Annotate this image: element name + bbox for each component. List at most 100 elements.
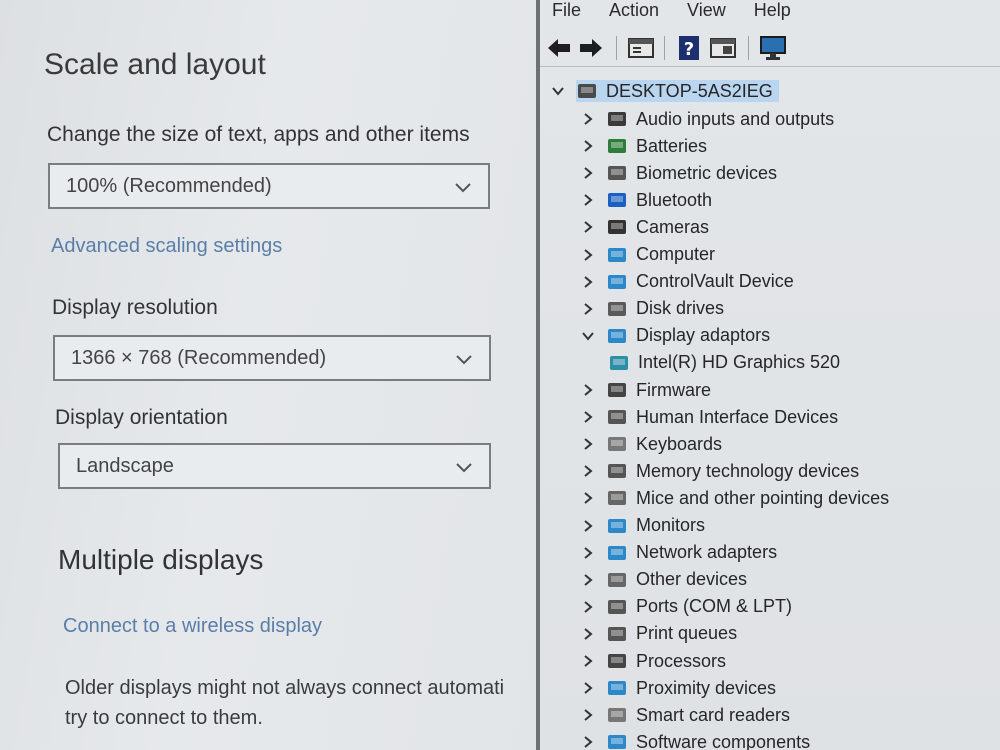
- chevron-right-icon[interactable]: [580, 518, 596, 534]
- toolbar-separator: [616, 36, 617, 60]
- tree-category-item[interactable]: Keyboards: [580, 431, 722, 457]
- tree-device-item[interactable]: Intel(R) HD Graphics 520: [608, 350, 840, 376]
- menu-file[interactable]: File: [552, 0, 581, 26]
- computer-icon: [578, 84, 596, 98]
- older-displays-note: Older displays might not always connect …: [65, 673, 537, 733]
- processor-icon: [608, 654, 626, 668]
- chevron-right-icon[interactable]: [580, 138, 596, 154]
- device-manager-window: File Action View Help ? DESKTOP-5AS2IEG …: [540, 0, 1000, 750]
- tree-item-label: Network adapters: [636, 542, 778, 563]
- tree-category-item[interactable]: Display adaptors: [580, 323, 770, 349]
- chevron-right-icon[interactable]: [580, 192, 596, 208]
- wireless-display-link[interactable]: Connect to a wireless display: [63, 615, 322, 638]
- smart-card-icon: [608, 708, 626, 723]
- tree-category-item[interactable]: Audio inputs and outputs: [580, 106, 834, 132]
- back-arrow-icon[interactable]: [544, 34, 574, 62]
- menu-help[interactable]: Help: [754, 0, 791, 26]
- tree-root-highlight: DESKTOP-5AS2IEG: [576, 80, 779, 102]
- chevron-right-icon[interactable]: [580, 436, 596, 452]
- tree-item-label: Processors: [636, 650, 727, 671]
- tree-category-item[interactable]: Print queues: [580, 621, 737, 647]
- chevron-right-icon[interactable]: [580, 409, 596, 425]
- tree-category-item[interactable]: ControlVault Device: [580, 269, 794, 295]
- tree-item-label: Ports (COM & LPT): [636, 596, 793, 617]
- menu-action[interactable]: Action: [609, 0, 659, 26]
- monitor-icon[interactable]: [758, 34, 788, 62]
- tree-category-item[interactable]: Processors: [580, 648, 726, 674]
- tree-category-item[interactable]: Batteries: [580, 133, 707, 159]
- chevron-down-icon[interactable]: [550, 83, 566, 99]
- tree-item-label: Monitors: [636, 515, 706, 535]
- tree-item-label: Disk drives: [636, 298, 725, 319]
- battery-icon: [608, 139, 626, 154]
- tree-category-item[interactable]: Computer: [580, 242, 715, 268]
- chevron-right-icon[interactable]: [580, 111, 596, 127]
- forward-arrow-icon[interactable]: [576, 34, 606, 62]
- properties-icon[interactable]: [626, 34, 656, 62]
- show-hidden-icon[interactable]: [708, 34, 738, 62]
- chevron-right-icon[interactable]: [580, 545, 596, 561]
- tree-item-label: ControlVault Device: [636, 271, 794, 292]
- tree-category-item[interactable]: Cameras: [580, 214, 709, 240]
- tree-item-label: Software components: [636, 731, 811, 750]
- chevron-right-icon[interactable]: [580, 219, 596, 235]
- tree-category-item[interactable]: Other devices: [580, 567, 747, 593]
- chevron-right-icon[interactable]: [580, 274, 596, 290]
- advanced-scaling-link[interactable]: Advanced scaling settings: [51, 235, 282, 258]
- tree-category-item[interactable]: Software components: [580, 729, 810, 750]
- resolution-dropdown-value: 1366 × 768 (Recommended): [71, 346, 327, 369]
- page-title: Scale and layout: [44, 48, 266, 81]
- chevron-right-icon[interactable]: [580, 247, 596, 263]
- orientation-dropdown-value: Landscape: [76, 454, 174, 477]
- tree-item-label: Intel(R) HD Graphics 520: [638, 352, 841, 373]
- keyboard-icon: [608, 437, 626, 452]
- tree-category-item[interactable]: Human Interface Devices: [580, 404, 838, 430]
- help-icon[interactable]: ?: [674, 34, 704, 62]
- chevron-right-icon[interactable]: [580, 165, 596, 181]
- chevron-right-icon[interactable]: [580, 301, 596, 317]
- tree-category-item[interactable]: Memory technology devices: [580, 458, 859, 484]
- tree-category-item[interactable]: Smart card readers: [580, 702, 790, 728]
- tree-root-computer[interactable]: DESKTOP-5AS2IEG: [550, 78, 779, 104]
- tree-item-label: Proximity devices: [636, 677, 777, 698]
- note-line-1: Older displays might not always connect …: [65, 677, 505, 699]
- tree-category-item[interactable]: Mice and other pointing devices: [580, 485, 889, 511]
- chevron-right-icon[interactable]: [580, 463, 596, 479]
- tree-category-item[interactable]: Proximity devices: [580, 675, 776, 701]
- other-devices-icon: [608, 572, 626, 587]
- printer-icon: [608, 626, 626, 641]
- resolution-dropdown[interactable]: 1366 × 768 (Recommended): [53, 335, 491, 381]
- tree-root-label: DESKTOP-5AS2IEG: [606, 80, 773, 101]
- tree-item-label: Other devices: [636, 569, 748, 590]
- chevron-down-icon[interactable]: [580, 328, 596, 344]
- chevron-right-icon[interactable]: [580, 626, 596, 642]
- scale-dropdown[interactable]: 100% (Recommended): [48, 163, 490, 209]
- chevron-right-icon[interactable]: [580, 734, 596, 750]
- disk-drive-icon: [608, 301, 626, 316]
- menu-view[interactable]: View: [687, 0, 726, 26]
- tree-category-item[interactable]: Monitors: [580, 513, 705, 539]
- chevron-right-icon[interactable]: [580, 707, 596, 723]
- chevron-down-icon: [456, 463, 472, 473]
- tree-category-item[interactable]: Firmware: [580, 377, 711, 403]
- tree-item-label: Human Interface Devices: [636, 406, 839, 427]
- speaker-icon: [608, 112, 626, 126]
- tree-category-item[interactable]: Disk drives: [580, 296, 724, 322]
- orientation-dropdown[interactable]: Landscape: [58, 443, 491, 489]
- chevron-right-icon[interactable]: [580, 572, 596, 588]
- chevron-right-icon[interactable]: [580, 490, 596, 506]
- chevron-right-icon[interactable]: [580, 680, 596, 696]
- chevron-right-icon[interactable]: [580, 382, 596, 398]
- tree-category-item[interactable]: Ports (COM & LPT): [580, 594, 792, 620]
- chevron-right-icon[interactable]: [580, 599, 596, 615]
- tree-category-item[interactable]: Bluetooth: [580, 187, 712, 213]
- orientation-label: Display orientation: [55, 406, 228, 429]
- fingerprint-icon: [608, 166, 626, 181]
- tree-item-label: Print queues: [636, 623, 738, 644]
- tree-category-item[interactable]: Biometric devices: [580, 160, 777, 186]
- tree-item-label: Firmware: [636, 379, 711, 400]
- proximity-icon: [608, 681, 626, 696]
- settings-panel: Scale and layout Change the size of text…: [0, 0, 537, 750]
- tree-category-item[interactable]: Network adapters: [580, 540, 777, 566]
- chevron-right-icon[interactable]: [580, 653, 596, 669]
